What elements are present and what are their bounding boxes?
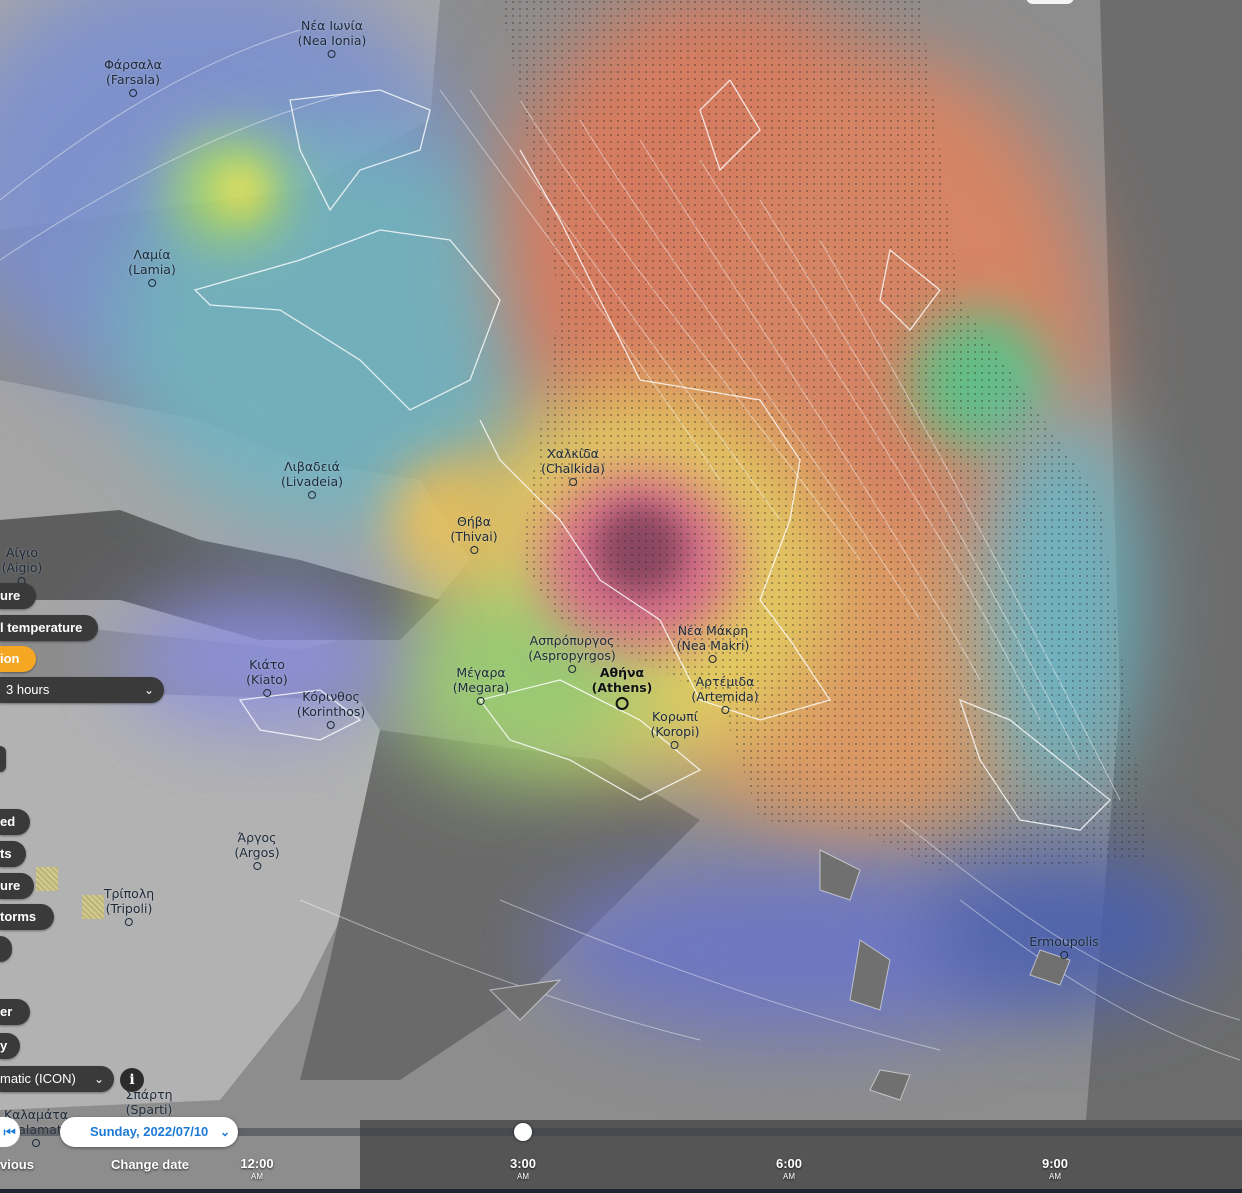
chevron-down-icon: ⌄ (219, 1125, 230, 1139)
city-nea-makri: Νέα Μάκρη (Nea Makri) (677, 623, 749, 663)
city-marker (327, 721, 335, 729)
accumulation-period-select[interactable]: 3 hours ⌄ (0, 677, 164, 703)
city-marker (252, 862, 261, 870)
layer-item[interactable] (0, 746, 6, 772)
legend-swatch (36, 867, 58, 891)
city-marker (262, 689, 271, 697)
city-chalkida: Χαλκίδα (Chalkida) (541, 446, 605, 486)
city-lamia: Λαμία (Lamia) (128, 247, 176, 287)
city-koropi: Κορωπί (Koropi) (651, 709, 699, 749)
city-marker (1059, 951, 1068, 959)
skip-previous-icon: ⏮ (3, 1124, 16, 1140)
city-tripoli: Τρίπολη (Tripoli) (104, 886, 154, 926)
date-selector[interactable]: Sunday, 2022/07/10 ⌄ (60, 1117, 238, 1147)
city-thivai: Θήβα (Thivai) (450, 514, 498, 554)
layer-pressure[interactable]: ure (0, 583, 36, 609)
weather-map[interactable] (0, 0, 1242, 1193)
city-nea-ionia: Νέα Ιωνία (Nea Ionia) (298, 18, 366, 58)
time-tick[interactable]: 12:00 AM (240, 1156, 273, 1181)
layer-dew-point-temperature[interactable]: ure (0, 873, 34, 899)
time-tick[interactable]: 6:00 AM (776, 1156, 802, 1181)
city-marker (721, 706, 729, 714)
city-korinthos: Κόρινθος (Korinthos) (297, 689, 365, 729)
city-marker (307, 491, 316, 499)
city-livadeia: Λιβαδειά (Livadeia) (281, 459, 343, 499)
city-marker (569, 478, 577, 486)
city-marker (124, 918, 133, 926)
city-marker (129, 89, 137, 97)
capital-marker (615, 697, 629, 710)
timeline-slider-handle[interactable] (514, 1123, 532, 1141)
city-marker (327, 50, 336, 58)
city-athens: Αθήνα (Athens) (592, 665, 652, 710)
legend-swatch (82, 895, 104, 919)
city-farsala: Φάρσαλα (Farsala) (104, 57, 162, 97)
city-argos: Άργος (Argos) (234, 830, 280, 870)
layer-cloud-cover[interactable]: er (0, 999, 30, 1025)
model-select[interactable]: matic (ICON) ⌄ (0, 1066, 114, 1092)
time-tick[interactable]: 3:00 AM (510, 1156, 536, 1181)
city-marker (148, 279, 156, 287)
city-megara: Μέγαρα (Megara) (453, 665, 509, 705)
city-kiato: Κιάτο (Kiato) (246, 657, 288, 697)
previous-label[interactable]: vious (0, 1157, 34, 1172)
city-marker (708, 655, 717, 663)
layer-precipitation[interactable]: ion (0, 646, 36, 672)
city-marker (568, 665, 576, 673)
date-label: Sunday, 2022/07/10 (90, 1124, 209, 1139)
map-control-button[interactable] (1026, 0, 1074, 4)
bottom-strip (0, 1189, 1242, 1193)
city-marker (469, 546, 478, 554)
layer-temperature[interactable]: l temperature (0, 615, 98, 641)
city-aigio: Αίγιο (Aigio) (2, 545, 42, 585)
time-tick[interactable]: 9:00 AM (1042, 1156, 1068, 1181)
layer-thunderstorms[interactable]: torms (0, 904, 54, 930)
city-artemida: Αρτέμιδα (Artemida) (691, 674, 759, 714)
layer-wind-speed[interactable]: ed (0, 809, 30, 835)
layer-wind-gusts[interactable]: ts (0, 841, 26, 867)
city-marker (477, 697, 485, 705)
city-ermoupolis: Ermoupolis (1029, 934, 1099, 959)
info-icon[interactable]: i (120, 1068, 144, 1092)
change-date-label[interactable]: Change date (111, 1157, 189, 1172)
chevron-down-icon: ⌄ (93, 1072, 104, 1086)
chevron-down-icon: ⌄ (143, 683, 154, 697)
city-marker (671, 741, 679, 749)
